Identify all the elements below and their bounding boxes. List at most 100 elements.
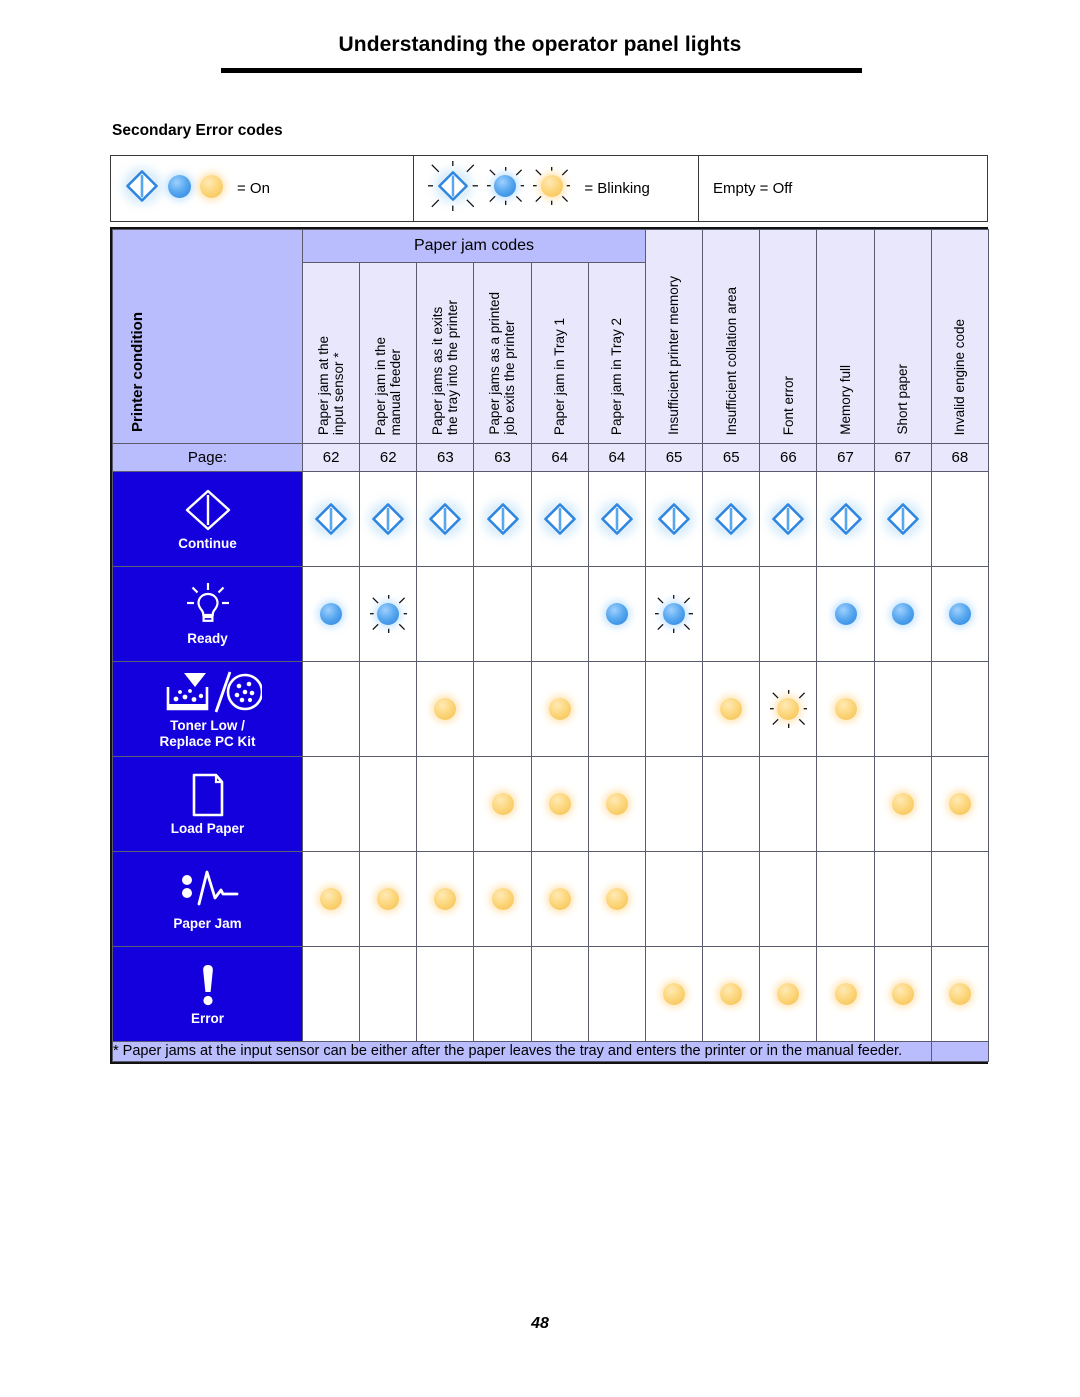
lamp-cell-r1-c3 — [416, 471, 475, 567]
lamp-cell-r4-c6 — [587, 756, 646, 852]
lamp-cell-r5-c9 — [759, 851, 818, 947]
column-header-12: Invalid engine code — [930, 229, 989, 444]
lamp-cell-r6-c10 — [816, 946, 875, 1042]
page-number-col-3: 63 — [416, 443, 475, 472]
lamp-cell-r2-c5 — [530, 566, 589, 662]
lamp-cell-r4-c9 — [759, 756, 818, 852]
lamp-cell-r1-c5 — [530, 471, 589, 567]
lamp-cell-r1-c1 — [301, 471, 361, 567]
lamp-legend: = On = Blinking Empty = Off — [110, 155, 988, 222]
lamp-cell-r4-c7 — [644, 756, 704, 852]
column-header-label: Paper jams as a printed job exits the pr… — [487, 292, 518, 435]
column-header-2: Paper jam in the manual feeder — [359, 262, 418, 444]
lamp-cell-r2-c12 — [930, 566, 989, 662]
legend-off-label: Empty = Off — [713, 180, 793, 197]
page-numbers-row: Page: 62 62 63 63 64 64 65 65 66 67 67 68 — [112, 443, 989, 472]
lamp-cell-r2-c2 — [359, 566, 418, 662]
lamp-cell-r1-c10 — [816, 471, 875, 567]
column-header-label: Invalid engine code — [952, 318, 968, 435]
page-title: Understanding the operator panel lights — [338, 33, 742, 56]
column-header-3: Paper jams as it exits the tray into the… — [416, 262, 475, 444]
table-row: Continue — [112, 471, 989, 567]
column-header-10: Memory full — [816, 229, 875, 444]
lamp-cell-r6-c8 — [702, 946, 761, 1042]
lamp-cell-r6-c9 — [759, 946, 818, 1042]
document-page: Understanding the operator panel lights … — [0, 0, 1080, 1397]
column-header-label: Paper jams as it exits the tray into the… — [430, 299, 461, 435]
page-number-col-9: 66 — [759, 443, 818, 472]
blue-lamp-icon — [168, 174, 191, 203]
printer-condition-header: Printer condition — [112, 229, 303, 444]
lamp-cell-r4-c4 — [473, 756, 532, 852]
lamp-cell-r6-c6 — [587, 946, 646, 1042]
lamp-cell-r2-c8 — [702, 566, 761, 662]
printer-condition-label: Printer condition — [129, 312, 146, 432]
page-number-col-6: 64 — [587, 443, 646, 472]
row-label-toner-low: Toner Low / Replace PC Kit — [112, 661, 303, 757]
lamp-cell-r1-c6 — [587, 471, 646, 567]
lamp-cell-r6-c2 — [359, 946, 418, 1042]
legend-blinking-cell: = Blinking — [414, 156, 699, 221]
section-title: Secondary Error codes — [112, 122, 283, 139]
column-header-5: Paper jam in Tray 1 — [530, 262, 589, 444]
blue-lamp-blinking-icon — [486, 167, 524, 209]
lamp-cell-r6-c7 — [644, 946, 704, 1042]
lamp-cell-r5-c4 — [473, 851, 532, 947]
page-number-col-8: 65 — [702, 443, 761, 472]
row-label-text: Continue — [178, 535, 237, 551]
column-header-9: Font error — [759, 229, 818, 444]
row-label-text: Error — [190, 1010, 224, 1026]
lamp-cell-r5-c8 — [702, 851, 761, 947]
lamp-cell-r3-c3 — [416, 661, 475, 757]
column-header-label: Paper jam in the manual feeder — [373, 336, 404, 435]
column-header-label: Font error — [780, 375, 796, 435]
lamp-cell-r5-c12 — [930, 851, 989, 947]
lamp-cell-r1-c12 — [930, 471, 989, 567]
row-label-error: Error — [112, 946, 303, 1042]
lamp-cell-r3-c4 — [473, 661, 532, 757]
lamp-cell-r1-c2 — [359, 471, 418, 567]
folio-page-number: 48 — [531, 1315, 549, 1332]
lamp-cell-r3-c11 — [873, 661, 932, 757]
lamp-cell-r4-c12 — [930, 756, 989, 852]
table-row: Error — [112, 946, 989, 1042]
legend-off-cell: Empty = Off — [699, 156, 987, 221]
lamp-cell-r4-c3 — [416, 756, 475, 852]
page-number-col-4: 63 — [473, 443, 532, 472]
lamp-cell-r6-c12 — [930, 946, 989, 1042]
page-number-col-2: 62 — [359, 443, 418, 472]
lamp-cell-r3-c9 — [759, 661, 818, 757]
row-label-ready: Ready — [112, 566, 303, 662]
page-number-col-10: 67 — [816, 443, 875, 472]
page-number-col-5: 64 — [530, 443, 589, 472]
lamp-cell-r2-c6 — [587, 566, 646, 662]
lamp-cell-r4-c8 — [702, 756, 761, 852]
column-header-11: Short paper — [873, 229, 932, 444]
column-header-label: Short paper — [895, 364, 911, 435]
table-row: Toner Low / Replace PC Kit — [112, 661, 989, 757]
column-header-4: Paper jams as a printed job exits the pr… — [473, 262, 532, 444]
lamp-cell-r1-c9 — [759, 471, 818, 567]
lamp-cell-r5-c5 — [530, 851, 589, 947]
column-header-label: Paper jam in Tray 1 — [552, 317, 568, 435]
paper-jam-codes-group-header: Paper jam codes — [302, 228, 646, 264]
column-header-label: Insufficient printer memory — [666, 276, 682, 435]
lamp-cell-r6-c1 — [301, 946, 361, 1042]
lamp-cell-r4-c11 — [873, 756, 932, 852]
amber-lamp-icon — [200, 174, 223, 203]
lamp-cell-r3-c8 — [702, 661, 761, 757]
column-header-7: Insufficient printer memory — [644, 229, 704, 444]
title-rule — [221, 68, 862, 73]
lamp-cell-r5-c6 — [587, 851, 646, 947]
lamp-cell-r4-c10 — [816, 756, 875, 852]
table-row: Paper Jam — [112, 851, 989, 947]
lamp-cell-r4-c2 — [359, 756, 418, 852]
lamp-cell-r2-c10 — [816, 566, 875, 662]
lamp-cell-r1-c8 — [702, 471, 761, 567]
column-header-6: Paper jam in Tray 2 — [587, 262, 646, 444]
lamp-cell-r1-c7 — [644, 471, 704, 567]
lamp-cell-r3-c6 — [587, 661, 646, 757]
page-row-label: Page: — [112, 443, 303, 472]
legend-on-cell: = On — [111, 156, 414, 221]
table-header-group-row: Printer condition Paper jam codes Insuffic… — [112, 228, 989, 444]
